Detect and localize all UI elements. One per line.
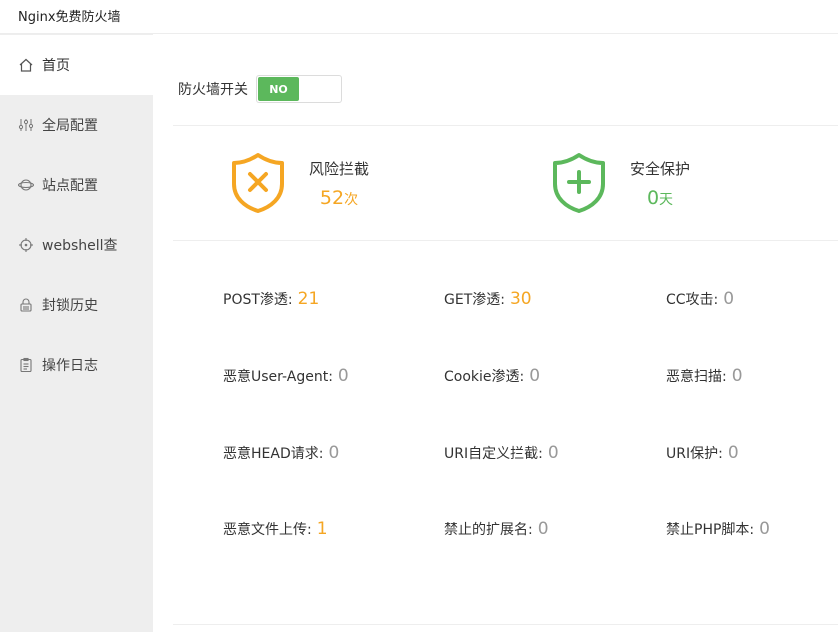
safe-protection-card: 安全保护 0天	[552, 152, 690, 214]
sidebar-item-label: 全局配置	[42, 118, 98, 134]
sidebar: 首页 全局配置 站点配置 webshell查 封锁历史 操作日志	[0, 34, 153, 632]
risk-unit: 次	[344, 191, 359, 208]
safe-unit: 天	[659, 191, 674, 208]
globe-icon	[18, 177, 34, 193]
divider	[173, 240, 838, 241]
metric-value: 0	[328, 443, 340, 463]
metric-value: 0	[529, 366, 541, 386]
metric-item: POST渗透: 21	[223, 289, 319, 309]
metric-item: 恶意文件上传: 1	[223, 519, 328, 539]
divider	[173, 624, 838, 625]
home-icon	[18, 57, 34, 73]
sidebar-item-label: 操作日志	[42, 358, 98, 374]
sidebar-item-label: webshell查	[42, 238, 118, 254]
stat-title: 安全保护	[630, 159, 691, 178]
metric-label: 禁止的扩展名:	[444, 522, 533, 538]
metric-item: CC攻击: 0	[666, 289, 734, 309]
sidebar-item-global-config[interactable]: 全局配置	[0, 95, 153, 155]
metric-value: 21	[297, 289, 320, 309]
metric-item: GET渗透: 30	[444, 289, 532, 309]
sidebar-item-block-history[interactable]: 封锁历史	[0, 275, 153, 335]
shield-plus-icon	[553, 153, 605, 213]
metric-label: URI自定义拦截:	[444, 446, 543, 462]
metric-item: 禁止PHP脚本: 0	[666, 519, 770, 539]
metric-item: 恶意扫描: 0	[666, 366, 743, 386]
metric-item: Cookie渗透: 0	[444, 366, 540, 386]
sidebar-item-operation-log[interactable]: 操作日志	[0, 335, 153, 395]
metric-value: 0	[727, 443, 739, 463]
lock-icon	[18, 297, 34, 313]
sidebar-item-label: 站点配置	[42, 178, 98, 194]
metric-item: 禁止的扩展名: 0	[444, 519, 549, 539]
main-content: 防火墙开关 NO 风险拦截 52次 安全保护 0天 POST渗透: 21 GET…	[153, 34, 838, 632]
top-bar: Nginx免费防火墙	[0, 0, 838, 34]
sidebar-item-label: 封锁历史	[42, 298, 98, 314]
sidebar-item-site-config[interactable]: 站点配置	[0, 155, 153, 215]
shield-x-icon	[232, 153, 284, 213]
clipboard-icon	[18, 357, 34, 373]
metric-value: 30	[509, 289, 532, 309]
firewall-toggle[interactable]: NO	[256, 75, 342, 103]
sidebar-item-home[interactable]: 首页	[0, 35, 153, 95]
metric-value: 0	[759, 519, 770, 539]
toggle-on-label: NO	[258, 77, 299, 101]
stat-title: 风险拦截	[309, 159, 370, 178]
metric-value: 0	[337, 366, 349, 386]
divider	[173, 125, 838, 126]
metric-label: POST渗透:	[223, 292, 293, 308]
metric-value: 0	[723, 289, 735, 309]
metric-label: 恶意文件上传:	[223, 522, 312, 538]
metric-label: URI保护:	[666, 446, 723, 462]
metric-value: 1	[316, 519, 328, 539]
sidebar-item-webshell[interactable]: webshell查	[0, 215, 153, 275]
metric-item: 恶意User-Agent: 0	[223, 366, 349, 386]
metric-label: 恶意User-Agent:	[223, 369, 333, 385]
firewall-switch-label: 防火墙开关	[178, 82, 248, 98]
target-icon	[18, 237, 34, 253]
metric-item: 恶意HEAD请求: 0	[223, 443, 339, 463]
metric-item: URI自定义拦截: 0	[444, 443, 559, 463]
sliders-icon	[18, 117, 34, 133]
metric-label: GET渗透:	[444, 292, 505, 308]
risk-intercept-card: 风险拦截 52次	[231, 152, 369, 214]
firewall-switch-row: 防火墙开关 NO	[178, 75, 342, 103]
metric-label: 恶意HEAD请求:	[223, 446, 324, 462]
metric-value: 0	[731, 366, 743, 386]
metric-label: CC攻击:	[666, 292, 719, 308]
metric-label: Cookie渗透:	[444, 369, 525, 385]
metric-item: URI保护: 0	[666, 443, 739, 463]
safe-days: 0	[646, 186, 660, 209]
app-title: Nginx免费防火墙	[18, 10, 121, 25]
metric-value: 0	[537, 519, 549, 539]
sidebar-item-label: 首页	[42, 58, 70, 74]
metric-label: 禁止PHP脚本:	[666, 522, 755, 538]
metric-label: 恶意扫描:	[666, 369, 727, 385]
risk-count: 52	[319, 186, 345, 209]
metric-value: 0	[547, 443, 559, 463]
